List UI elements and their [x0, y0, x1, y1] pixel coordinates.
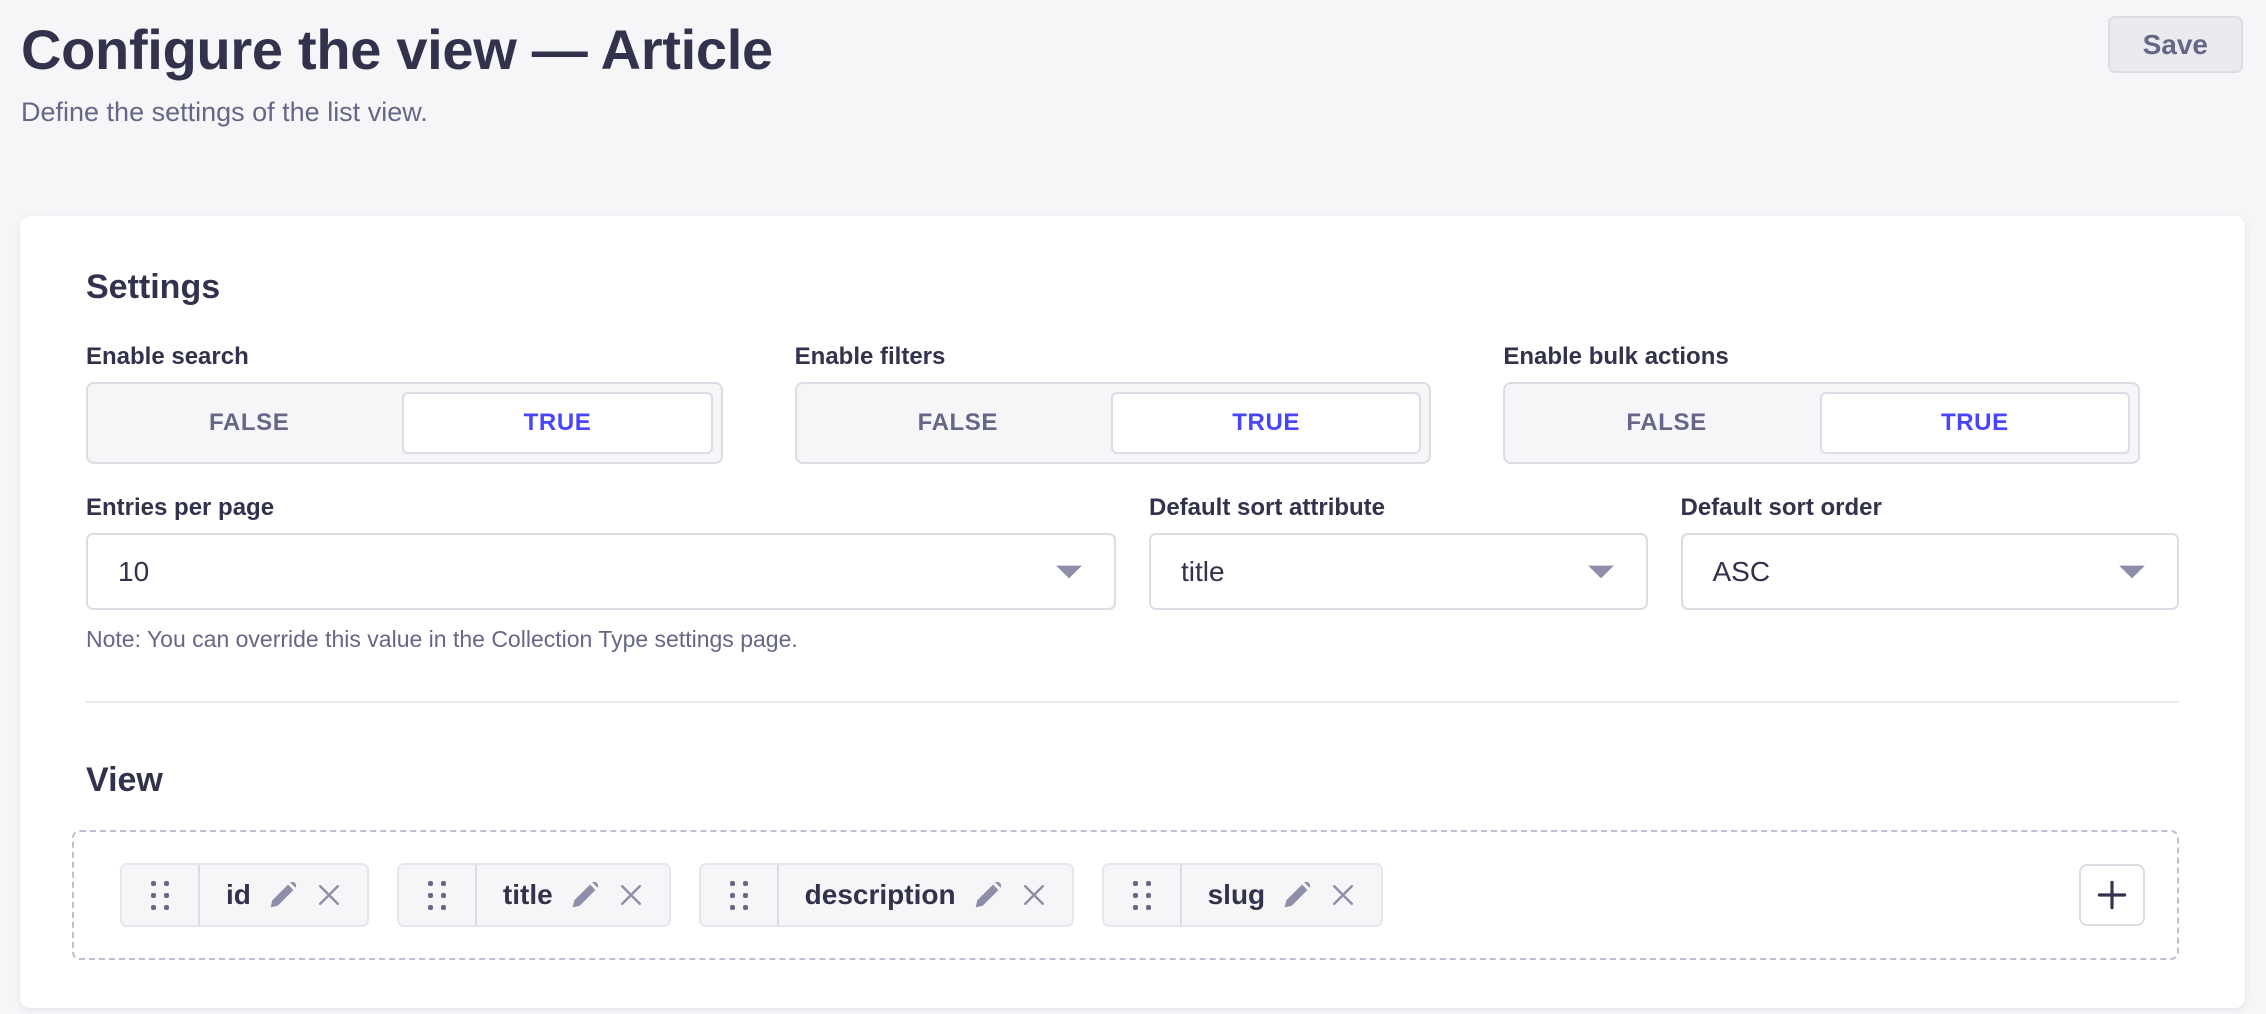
default-sort-order-label: Default sort order [1681, 494, 2180, 522]
edit-field-icon[interactable] [570, 880, 600, 910]
field-pill-label: description [805, 879, 956, 911]
settings-grid: Enable search FALSE TRUE Enable filters … [86, 343, 2179, 653]
drag-handle-icon[interactable] [122, 865, 200, 925]
default-sort-attribute-select[interactable]: title [1149, 533, 1648, 610]
view-field-layout-area: id title [72, 830, 2179, 960]
page-title: Configure the view — Article [21, 16, 2243, 83]
page-subtitle: Define the settings of the list view. [21, 97, 2243, 128]
enable-filters-toggle: FALSE TRUE [795, 382, 1432, 464]
entries-per-page-select[interactable]: 10 [86, 533, 1116, 610]
field-pill-label: id [226, 879, 251, 911]
enable-filters-field: Enable filters FALSE TRUE [795, 343, 1471, 464]
field-pill-label: slug [1208, 879, 1266, 911]
default-sort-attribute-value: title [1181, 556, 1225, 588]
configure-view-page: Configure the view — Article Define the … [0, 0, 2266, 1008]
field-pill-title: title [397, 863, 671, 927]
enable-search-false-option[interactable]: FALSE [96, 392, 402, 454]
enable-filters-false-option[interactable]: FALSE [805, 392, 1111, 454]
entries-per-page-field: Entries per page 10 Note: You can overri… [86, 494, 1116, 653]
enable-search-field: Enable search FALSE TRUE [86, 343, 762, 464]
field-pill-label: title [503, 879, 553, 911]
edit-field-icon[interactable] [1282, 880, 1312, 910]
default-sort-order-select[interactable]: ASC [1681, 533, 2180, 610]
enable-search-label: Enable search [86, 343, 762, 371]
drag-handle-icon[interactable] [701, 865, 779, 925]
enable-bulk-actions-toggle: FALSE TRUE [1503, 382, 2140, 464]
default-sort-attribute-label: Default sort attribute [1149, 494, 1648, 522]
entries-per-page-label: Entries per page [86, 494, 1116, 522]
enable-bulk-actions-label: Enable bulk actions [1503, 343, 2179, 371]
page-header: Configure the view — Article Define the … [0, 0, 2266, 128]
default-sort-attribute-field: Default sort attribute title [1149, 494, 1648, 653]
field-pill-description: description [699, 863, 1074, 927]
enable-filters-label: Enable filters [795, 343, 1471, 371]
drag-handle-icon[interactable] [1104, 865, 1182, 925]
field-pill-id: id [120, 863, 369, 927]
settings-card: Settings Enable search FALSE TRUE Enable… [20, 216, 2245, 1008]
plus-icon [2093, 876, 2131, 914]
edit-field-icon[interactable] [973, 880, 1003, 910]
chevron-down-icon [1586, 563, 1616, 581]
drag-handle-icon[interactable] [399, 865, 477, 925]
default-sort-order-value: ASC [1713, 556, 1771, 588]
view-section-title: View [86, 761, 2179, 800]
remove-field-icon[interactable] [1020, 881, 1048, 909]
enable-search-toggle: FALSE TRUE [86, 382, 723, 464]
remove-field-icon[interactable] [315, 881, 343, 909]
entries-per-page-value: 10 [118, 556, 149, 588]
remove-field-icon[interactable] [1329, 881, 1357, 909]
enable-bulk-actions-false-option[interactable]: FALSE [1513, 392, 1819, 454]
section-divider [86, 701, 2179, 703]
entries-per-page-note: Note: You can override this value in the… [86, 626, 1116, 653]
enable-bulk-actions-true-option[interactable]: TRUE [1820, 392, 2130, 454]
field-pill-slug: slug [1102, 863, 1384, 927]
default-sort-order-field: Default sort order ASC [1681, 494, 2180, 653]
remove-field-icon[interactable] [617, 881, 645, 909]
chevron-down-icon [2117, 563, 2147, 581]
edit-field-icon[interactable] [268, 880, 298, 910]
enable-filters-true-option[interactable]: TRUE [1111, 392, 1421, 454]
enable-bulk-actions-field: Enable bulk actions FALSE TRUE [1503, 343, 2179, 464]
chevron-down-icon [1054, 563, 1084, 581]
settings-section-title: Settings [86, 268, 2179, 307]
save-button[interactable]: Save [2108, 16, 2243, 73]
enable-search-true-option[interactable]: TRUE [402, 392, 712, 454]
add-field-button[interactable] [2079, 864, 2145, 926]
